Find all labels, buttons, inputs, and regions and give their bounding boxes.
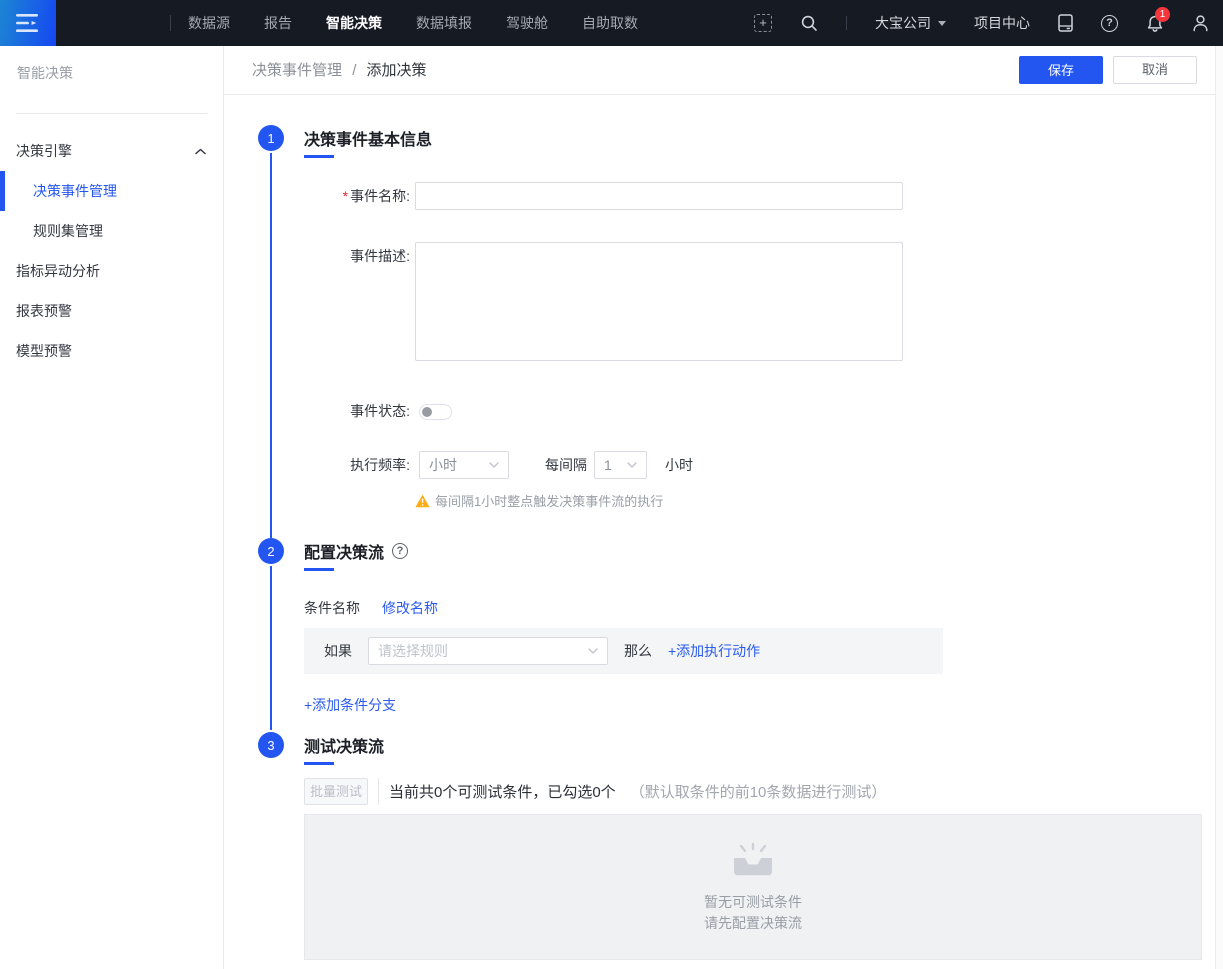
toolbar-divider	[378, 778, 379, 805]
warning-icon	[415, 494, 430, 508]
project-center-link[interactable]: 项目中心	[974, 13, 1030, 33]
topbar-right: + 大宝公司 项目中心 ?	[754, 13, 1223, 33]
condition-band: 如果 请选择规则 那么 +添加执行动作	[304, 628, 943, 674]
sidebar-item-report-alert[interactable]: 报表预警	[0, 291, 223, 331]
form-content: 1 决策事件基本信息 *事件名称: 事件描述: 事件状态:	[224, 95, 1223, 969]
caret-down-icon	[938, 21, 946, 26]
empty-subtitle: 请先配置决策流	[704, 913, 802, 934]
section-2-title: 配置决策流 ?	[304, 539, 408, 563]
frequency-suffix: 小时	[665, 451, 693, 479]
event-status-label: 事件状态:	[224, 397, 410, 425]
section-1-underline	[304, 155, 334, 158]
test-toolbar: 批量测试 当前共0个可测试条件，已勾选0个 （默认取条件的前10条数据进行测试）	[304, 778, 886, 805]
rename-link[interactable]: 修改名称	[382, 598, 438, 618]
breadcrumb-parent[interactable]: 决策事件管理	[252, 62, 342, 79]
sidebar-item-decision-event-mgmt[interactable]: 决策事件管理	[0, 171, 223, 211]
step-2-circle: 2	[258, 538, 284, 564]
step-1-circle: 1	[258, 125, 284, 151]
nav-item-dashboard[interactable]: 驾驶舱	[489, 0, 565, 46]
condition-name-row: 条件名称 修改名称	[304, 598, 438, 618]
sidebar-item-metric-anomaly[interactable]: 指标异动分析	[0, 251, 223, 291]
event-desc-textarea[interactable]	[415, 242, 903, 361]
test-summary: 当前共0个可测试条件，已勾选0个	[389, 781, 616, 802]
test-hint: （默认取条件的前10条数据进行测试）	[630, 781, 887, 802]
active-indicator-bar	[0, 171, 5, 211]
nav-item-data-filling[interactable]: 数据填报	[399, 0, 489, 46]
empty-test-panel: 暂无可测试条件 请先配置决策流	[304, 814, 1202, 960]
step-connector-2	[270, 566, 272, 730]
company-name: 大宝公司	[875, 13, 931, 33]
breadcrumb: 决策事件管理 / 添加决策	[252, 46, 427, 95]
question-circle-icon[interactable]: ?	[392, 543, 408, 559]
rule-select[interactable]: 请选择规则	[368, 637, 608, 665]
frequency-unit-select[interactable]: 小时	[419, 451, 509, 479]
condition-name-label: 条件名称	[304, 598, 360, 618]
add-app-icon[interactable]: +	[754, 14, 772, 32]
page-header: 决策事件管理 / 添加决策 保存 取消	[224, 46, 1223, 95]
cancel-button[interactable]: 取消	[1113, 56, 1197, 84]
event-status-toggle-off[interactable]	[419, 404, 452, 420]
add-action-link[interactable]: +添加执行动作	[668, 641, 760, 661]
section-3-title: 测试决策流	[304, 733, 384, 757]
sidebar-group-decision-engine[interactable]: 决策引擎	[0, 131, 223, 171]
chevron-up-icon	[195, 148, 206, 155]
step-3-circle: 3	[258, 732, 284, 758]
event-desc-label: 事件描述:	[224, 242, 410, 270]
device-icon[interactable]	[1058, 14, 1073, 32]
batch-test-button[interactable]: 批量测试	[304, 778, 368, 805]
sidebar-item-ruleset-mgmt[interactable]: 规则集管理	[0, 211, 223, 251]
help-icon[interactable]: ?	[1101, 15, 1118, 32]
company-switcher[interactable]: 大宝公司	[875, 13, 946, 33]
top-nav: 数据源 报告 智能决策 数据填报 驾驶舱 自助取数	[171, 0, 655, 46]
frequency-warning: 每间隔1小时整点触发决策事件流的执行	[415, 491, 663, 510]
nav-item-report[interactable]: 报告	[247, 0, 309, 46]
warning-text: 每间隔1小时整点触发决策事件流的执行	[435, 491, 663, 510]
interval-value: 1	[604, 457, 627, 473]
nav-item-smart-decision[interactable]: 智能决策	[309, 0, 399, 46]
nav-item-datasource[interactable]: 数据源	[171, 0, 247, 46]
step-connector-1	[270, 153, 272, 538]
sidebar: 智能决策 决策引擎 决策事件管理 规则集管理 指标异动分析 报表预警 模型预警	[0, 46, 224, 969]
then-label: 那么	[624, 637, 652, 665]
event-name-input[interactable]	[415, 182, 903, 210]
breadcrumb-current: 添加决策	[367, 62, 427, 79]
chevron-down-icon	[627, 462, 637, 468]
interval-select[interactable]: 1	[594, 451, 647, 479]
notification-badge: 1	[1155, 7, 1170, 22]
section-2-underline	[304, 568, 334, 571]
add-branch-link[interactable]: +添加条件分支	[304, 695, 396, 715]
section-1-title: 决策事件基本信息	[304, 126, 432, 150]
user-avatar-icon[interactable]	[1192, 14, 1209, 32]
sidebar-title: 智能决策	[17, 63, 73, 83]
app-window: 数据源 报告 智能决策 数据填报 驾驶舱 自助取数 + 大宝公司 项目中心	[0, 0, 1223, 969]
hamburger-menu-icon	[16, 13, 40, 33]
menu-logo-button[interactable]	[0, 0, 56, 46]
section-3-underline	[304, 762, 334, 765]
sidebar-divider	[16, 113, 207, 114]
breadcrumb-separator: /	[352, 62, 356, 79]
frequency-unit-value: 小时	[429, 455, 489, 475]
rule-select-placeholder: 请选择规则	[378, 641, 588, 661]
search-icon[interactable]	[800, 14, 818, 32]
event-name-label: *事件名称:	[224, 182, 410, 210]
if-label: 如果	[324, 637, 352, 665]
chevron-down-icon	[588, 648, 598, 654]
empty-inbox-icon	[729, 841, 777, 879]
toggle-knob	[422, 407, 432, 417]
topbar: 数据源 报告 智能决策 数据填报 驾驶舱 自助取数 + 大宝公司 项目中心	[0, 0, 1223, 46]
empty-title: 暂无可测试条件	[704, 892, 802, 913]
notification-bell-icon[interactable]: 1	[1146, 14, 1164, 33]
save-button[interactable]: 保存	[1019, 56, 1103, 84]
frequency-label: 执行频率:	[224, 451, 410, 479]
nav-item-self-service[interactable]: 自助取数	[565, 0, 655, 46]
interval-label: 每间隔	[545, 451, 587, 479]
main-area: 决策事件管理 / 添加决策 保存 取消 1 决策事件基本信息 *事件名称: 事件…	[224, 46, 1223, 969]
sidebar-item-model-alert[interactable]: 模型预警	[0, 331, 223, 371]
vertical-scrollbar[interactable]	[1215, 46, 1223, 969]
required-mark: *	[343, 188, 348, 204]
chevron-down-icon	[489, 462, 499, 468]
topbar-divider-2	[846, 16, 847, 30]
